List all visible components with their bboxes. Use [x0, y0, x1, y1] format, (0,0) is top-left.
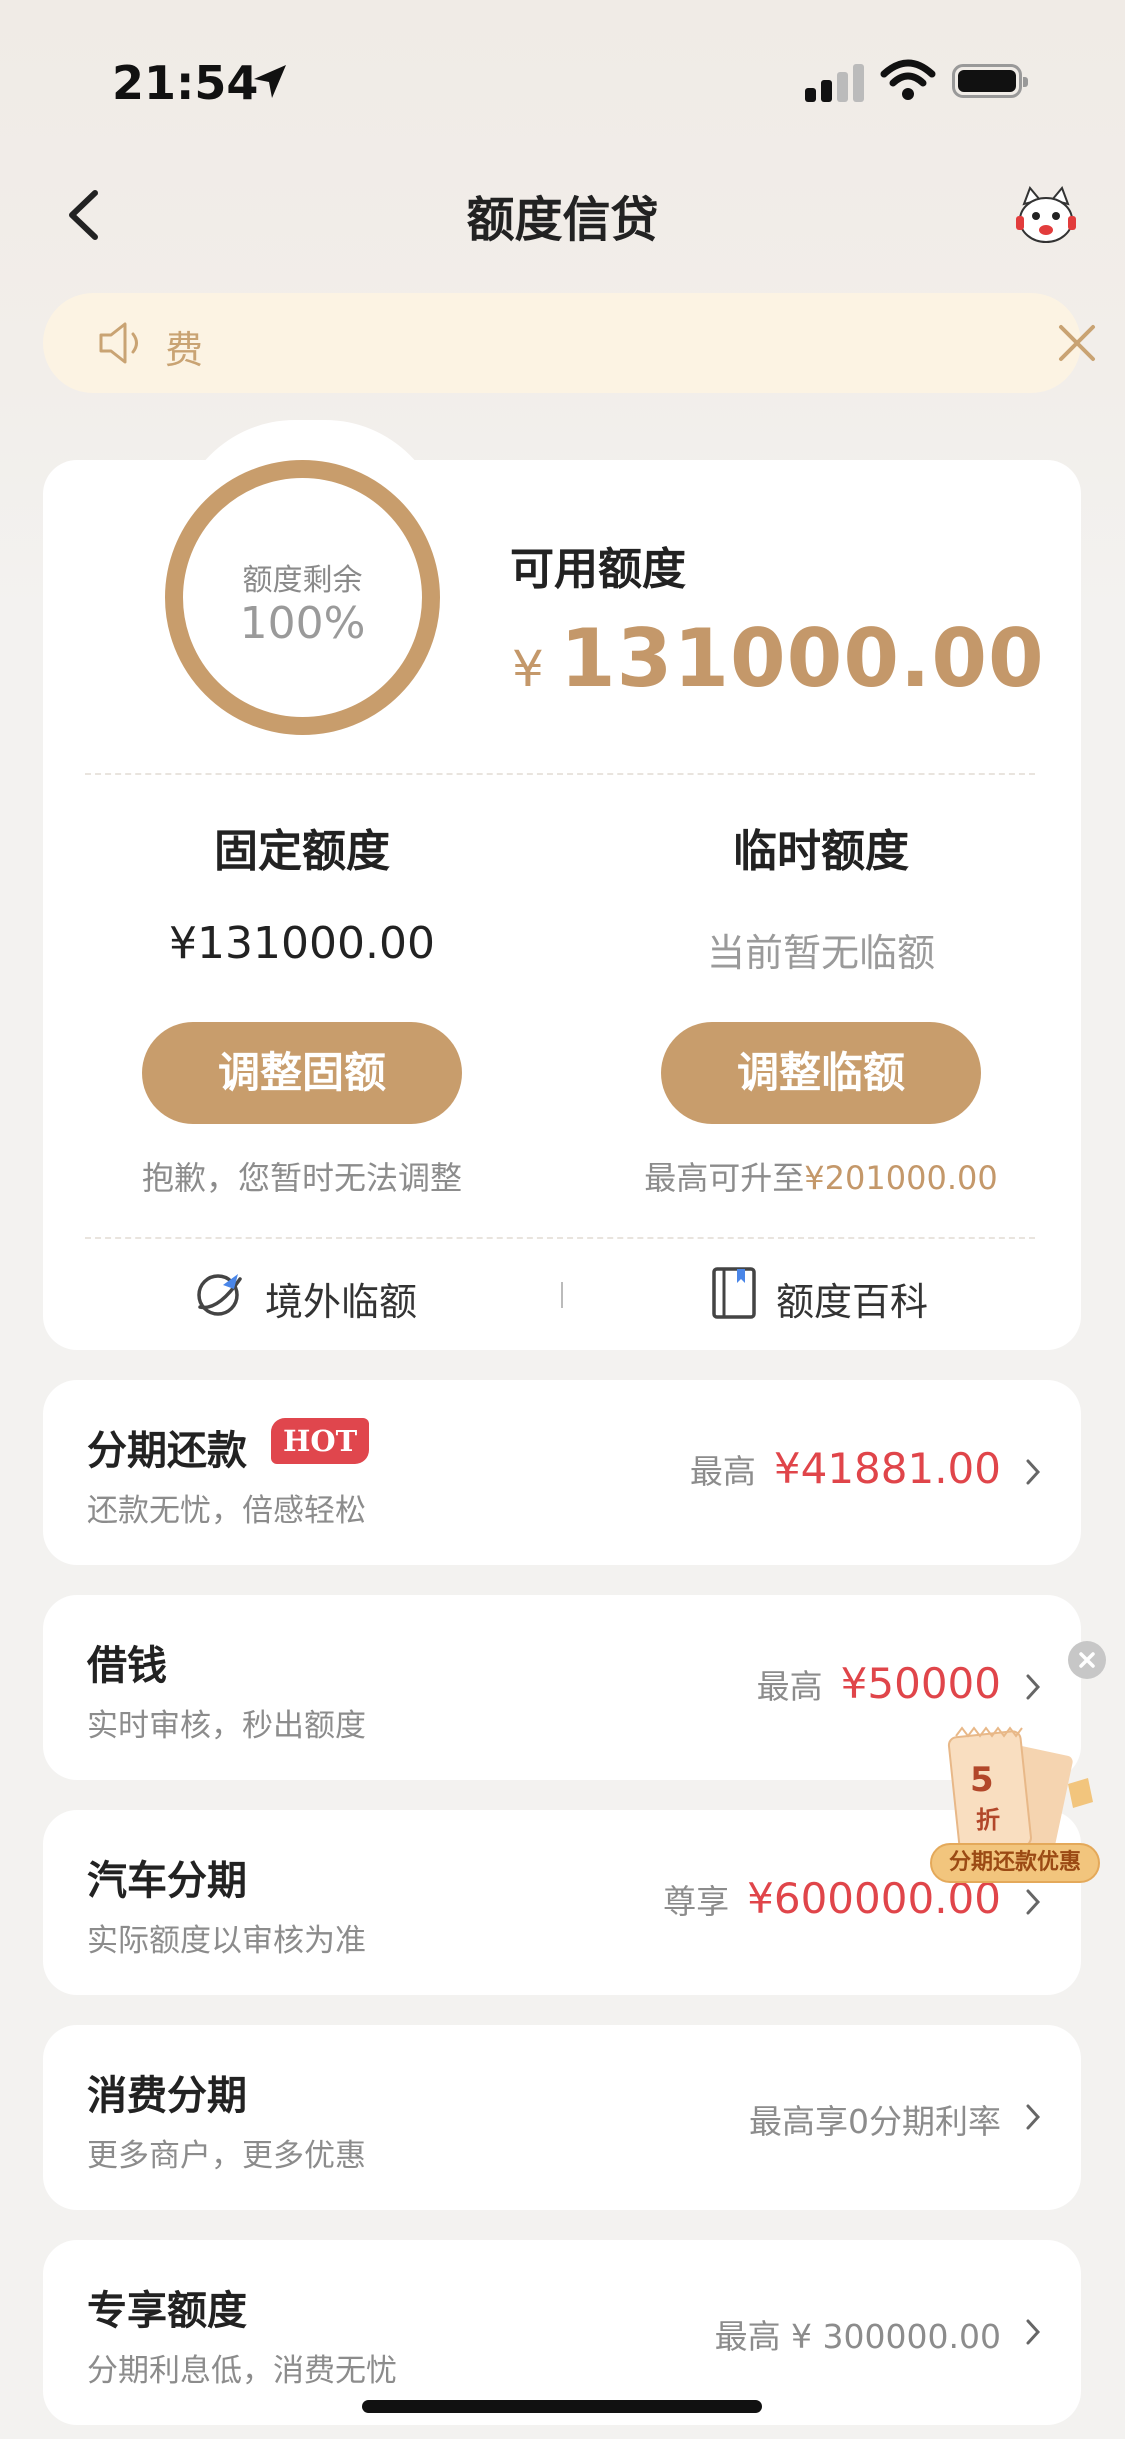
amount-prefix: 最高: [689, 1452, 756, 1491]
promo-discount-unit: 折: [976, 1806, 1000, 1834]
service-subtitle: 分期利息低，消费无忧: [87, 2353, 397, 2389]
service-title: 分期还款: [87, 1428, 247, 1474]
service-amount: 最高 ¥41881.00: [690, 1444, 1001, 1493]
amount-value: ¥41881.00: [773, 1444, 1001, 1493]
close-icon[interactable]: [1051, 317, 1103, 369]
service-title: 借钱: [87, 1643, 167, 1689]
overseas-temp-label: 境外临额: [265, 1280, 418, 1324]
service-subtitle: 还款无忧，倍感轻松: [87, 1493, 366, 1529]
promo-discount-number: 5: [970, 1760, 994, 1800]
temp-note: 最高可升至¥201000.00: [596, 1153, 1046, 1199]
wifi-icon: [880, 59, 936, 100]
page-title: 额度信贷: [466, 192, 659, 248]
notice-text: 费: [165, 328, 204, 372]
chevron-right-icon: [1026, 2319, 1041, 2345]
notice-bar[interactable]: 费: [43, 293, 1095, 393]
plane-globe-icon: [197, 1274, 242, 1316]
amount-value: ¥50000: [840, 1659, 1001, 1708]
service-title: 汽车分期: [87, 1858, 247, 1904]
amount-prefix: 最高享0分期利率: [749, 2102, 1001, 2141]
book-icon: [712, 1267, 756, 1319]
cellular-signal-icon: [805, 62, 865, 102]
temp-quota-title: 临时额度: [733, 826, 909, 877]
adjust-fixed-button[interactable]: 调整固额: [142, 1022, 462, 1124]
ring-label: 额度剩余: [242, 563, 363, 598]
mascot-service-icon[interactable]: [1012, 186, 1080, 246]
quota-wiki-label: 额度百科: [776, 1280, 929, 1324]
temp-note-prefix: 最高可升至: [644, 1159, 805, 1197]
service-card-exclusive-quota[interactable]: 专享额度 分期利息低，消费无忧 最高 ¥ 300000.00: [43, 2240, 1081, 2425]
battery-icon: [952, 64, 1028, 98]
hot-badge: HOT: [271, 1418, 370, 1464]
chevron-right-icon: [1026, 1459, 1041, 1485]
available-currency: ¥: [512, 640, 544, 698]
service-subtitle: 实际额度以审核为准: [87, 1923, 366, 1959]
close-icon: [1079, 1652, 1095, 1668]
service-card-car-loan[interactable]: 汽车分期 实际额度以审核为准 尊享 ¥600000.00: [43, 1810, 1081, 1995]
available-label: 可用额度: [510, 544, 686, 595]
service-subtitle: 实时审核，秒出额度: [87, 1708, 366, 1744]
fixed-quota-value: ¥131000.00: [169, 918, 435, 969]
fixed-note: 抱歉，您暂时无法调整: [141, 1159, 462, 1197]
amount-prefix: 最高: [756, 1667, 823, 1706]
chevron-right-icon: [1026, 2104, 1041, 2130]
ring-percent: 100%: [239, 598, 366, 649]
status-time: 21:54: [112, 56, 259, 110]
service-title: 专享额度: [87, 2288, 247, 2334]
service-title: 消费分期: [87, 2073, 247, 2119]
service-card-consumer-installment[interactable]: 消费分期 更多商户，更多优惠 最高享0分期利率: [43, 2025, 1081, 2210]
service-amount: 最高 ¥ 300000.00: [715, 2310, 1001, 2358]
temp-quota-value: 当前暂无临额: [706, 931, 935, 975]
home-indicator[interactable]: [362, 2400, 762, 2413]
amount-prefix: 最高 ¥ 300000.00: [714, 2317, 1001, 2356]
chevron-right-icon: [1026, 1674, 1041, 1700]
chevron-right-icon: [1026, 1889, 1041, 1915]
speaker-icon: [99, 322, 138, 364]
fixed-quota-title: 固定额度: [214, 826, 390, 877]
temp-note-amount: ¥201000.00: [804, 1159, 998, 1197]
promo-label[interactable]: 分期还款优惠: [930, 1843, 1100, 1883]
link-divider: [561, 1282, 563, 1308]
location-arrow-icon: [254, 65, 286, 98]
service-card-borrow[interactable]: 借钱 实时审核，秒出额度 最高 ¥50000: [43, 1595, 1081, 1780]
divider: [85, 773, 1035, 775]
service-amount: 最高 ¥50000: [757, 1659, 1001, 1708]
service-subtitle: 更多商户，更多优惠: [87, 2138, 366, 2174]
divider: [85, 1237, 1035, 1239]
service-amount: 最高享0分期利率: [749, 2095, 1001, 2143]
service-card-installment-repay[interactable]: 分期还款 HOT 还款无忧，倍感轻松 最高 ¥41881.00: [43, 1380, 1081, 1565]
promo-close-button[interactable]: [1068, 1641, 1106, 1679]
amount-prefix: 尊享: [663, 1882, 730, 1921]
available-amount: 131000.00: [560, 612, 1045, 705]
adjust-temp-button[interactable]: 调整临额: [661, 1022, 981, 1124]
